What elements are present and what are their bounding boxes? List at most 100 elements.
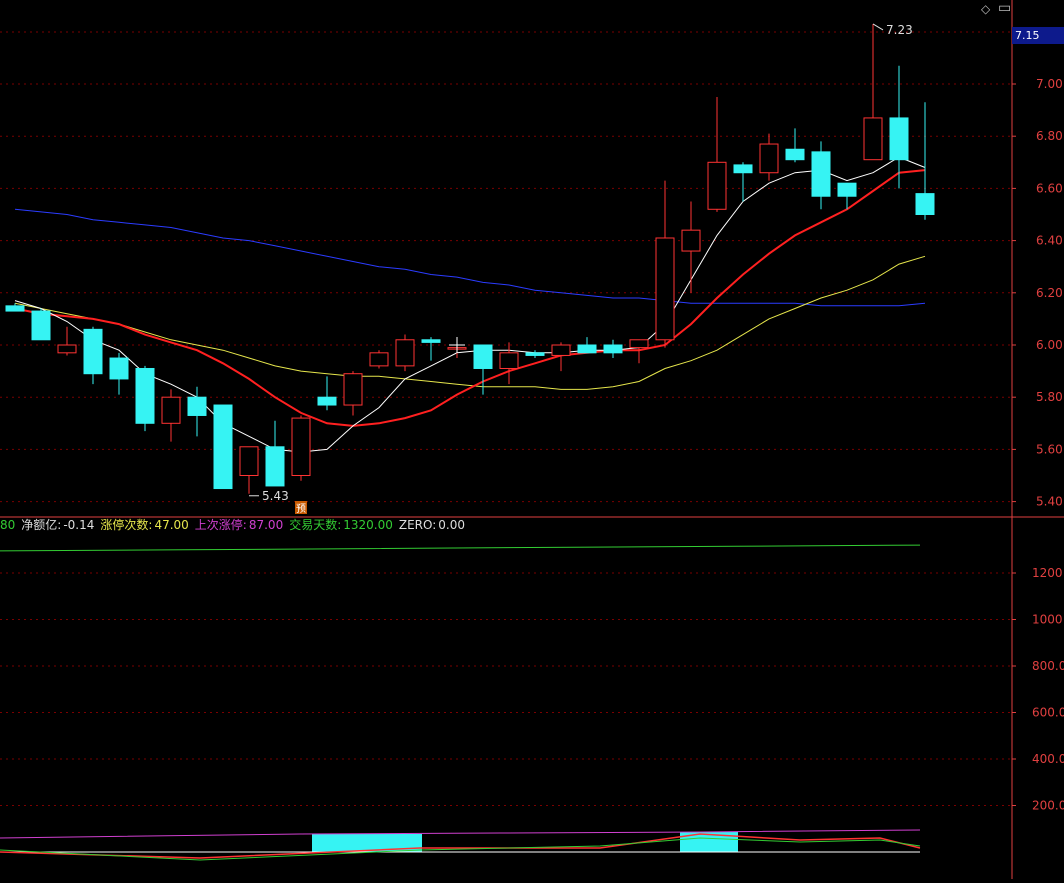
candle-body xyxy=(395,339,415,367)
y-tick-label: 7.00 xyxy=(1036,77,1063,91)
current-price-tag: 7.15 xyxy=(1012,27,1064,44)
trade-days-line xyxy=(0,544,921,552)
high-label: 7.23 xyxy=(886,23,913,37)
candle-body xyxy=(525,352,545,356)
kline-chart-svg: 7.00 6.80 6.60 6.40 6.20 6.00 5.80 5.60 5.40 1200… xyxy=(0,0,1064,879)
candle-body xyxy=(603,344,623,354)
y-tick-label: 5.40 xyxy=(1036,495,1063,509)
diamond-icon[interactable]: ◇ xyxy=(981,2,990,16)
candle-body xyxy=(213,404,233,490)
candle-body xyxy=(551,344,571,356)
candle xyxy=(681,201,701,293)
candle-body xyxy=(837,182,857,197)
candle-body xyxy=(421,339,441,343)
candle-body xyxy=(187,396,207,416)
candle-body xyxy=(369,352,389,367)
candle xyxy=(239,446,259,494)
candle xyxy=(525,350,545,359)
candle xyxy=(915,102,935,220)
candle xyxy=(161,389,181,442)
candle xyxy=(135,365,155,432)
candle xyxy=(421,337,441,361)
candle-body xyxy=(577,344,597,354)
net-value: -0.14 xyxy=(63,518,95,532)
candle xyxy=(213,404,233,490)
candle-body xyxy=(5,305,25,312)
low-label: 5.43 xyxy=(262,489,289,503)
candle-body xyxy=(473,344,493,369)
ma60-line xyxy=(14,208,926,307)
sub-grid: 1200 1000 800.0 600.0 400.0 200.0 xyxy=(0,566,1064,813)
y-tick-label: 600.0 xyxy=(1032,706,1064,720)
candle-body xyxy=(889,117,909,161)
candle xyxy=(317,376,337,411)
y-tick-label: 200.0 xyxy=(1032,799,1064,813)
candle xyxy=(395,334,415,372)
candle-body xyxy=(291,417,311,476)
candle xyxy=(863,23,883,161)
candle-body xyxy=(629,339,649,349)
last-limitup-value: 87.00 xyxy=(248,518,284,532)
minimize-icon[interactable]: ▭ xyxy=(998,0,1011,16)
candle-body xyxy=(265,446,285,487)
candle-body xyxy=(863,117,883,161)
candle xyxy=(655,180,675,348)
candle-body xyxy=(343,373,363,406)
candle-body xyxy=(317,396,337,406)
candle xyxy=(603,339,623,359)
limitup-label: 涨停次数: xyxy=(100,518,153,532)
candle xyxy=(577,337,597,354)
y-tick-label: 1000 xyxy=(1032,613,1063,627)
limitup-value: 47.00 xyxy=(154,518,189,532)
zero-value: 0.00 xyxy=(438,518,466,532)
candle-body xyxy=(733,164,753,174)
y-tick-label: 6.80 xyxy=(1036,129,1063,143)
candle-body xyxy=(759,143,779,174)
candle xyxy=(889,65,909,189)
candle xyxy=(31,308,51,341)
candle-body xyxy=(83,328,103,375)
net-label: 净额亿: xyxy=(21,518,62,532)
trade-days-value: 1320.00 xyxy=(343,518,393,532)
zero-label: ZERO: xyxy=(398,518,437,532)
bottom-strip xyxy=(0,829,921,861)
y-tick-label: 1200 xyxy=(1032,566,1063,580)
y-tick-label: 6.60 xyxy=(1036,181,1063,195)
candle-body xyxy=(239,446,259,477)
candle-body xyxy=(811,151,831,197)
candle xyxy=(343,371,363,416)
candle-body xyxy=(57,344,77,354)
candle xyxy=(83,326,103,385)
candle-body xyxy=(31,310,51,341)
candle xyxy=(499,342,519,385)
last-limitup-label: 上次涨停: xyxy=(194,518,247,532)
candle xyxy=(265,420,285,487)
candle xyxy=(707,97,727,212)
y-tick-label: 5.80 xyxy=(1036,390,1063,404)
candle-body xyxy=(499,352,519,369)
candle-body xyxy=(681,229,701,252)
high-pointer xyxy=(872,23,884,31)
y-tick-label: 5.60 xyxy=(1036,442,1063,456)
candle-body xyxy=(707,161,727,210)
candle xyxy=(57,326,77,356)
indicator-row: 80 净额亿: -0.14 涨停次数: 47.00 上次涨停: 87.00 交易天数: 1320… xyxy=(0,516,471,534)
y-tick-label: 6.40 xyxy=(1036,234,1063,248)
stock-chart: 7.00 6.80 6.60 6.40 6.20 6.00 5.80 5.60 5.40 1200… xyxy=(0,0,1064,879)
candles xyxy=(5,23,935,494)
candle-body xyxy=(161,396,181,424)
indicator-prefix: 80 xyxy=(0,518,16,532)
candle-body xyxy=(655,237,675,341)
candle xyxy=(109,352,129,395)
candle-body xyxy=(135,367,155,424)
candle xyxy=(785,128,805,163)
candle xyxy=(629,339,649,364)
candle xyxy=(759,133,779,181)
y-tick-label: 6.20 xyxy=(1036,286,1063,300)
strip-red-line xyxy=(0,833,921,859)
y-tick-label: 800.0 xyxy=(1032,659,1064,673)
candle-body xyxy=(915,193,935,215)
candle xyxy=(733,162,753,202)
candle xyxy=(811,141,831,210)
trade-days-label: 交易天数: xyxy=(289,518,342,532)
